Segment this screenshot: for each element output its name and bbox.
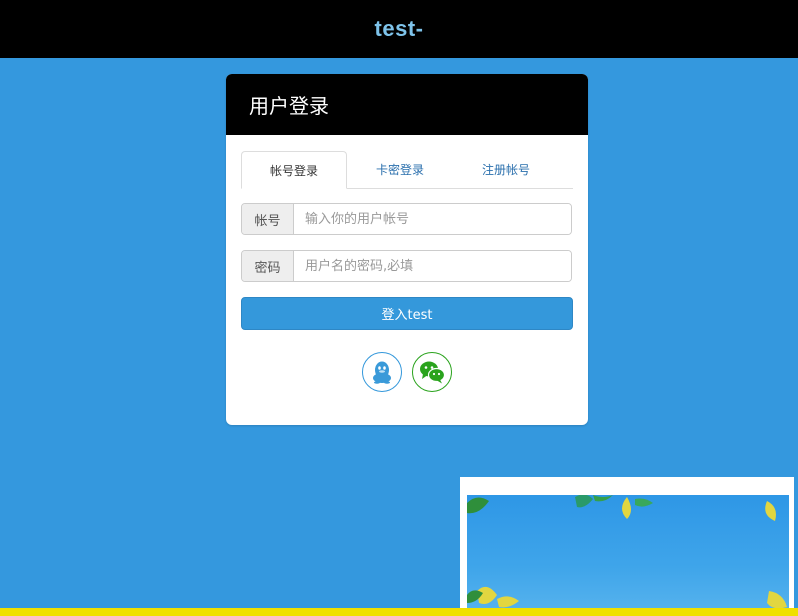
bottom-accent-bar	[0, 608, 798, 616]
tab-register[interactable]: 注册帐号	[453, 151, 559, 188]
login-panel: 用户登录 帐号登录 卡密登录 注册帐号 帐号 密码 登入test	[226, 74, 588, 425]
wechat-login-button[interactable]	[412, 352, 452, 392]
tab-card-login[interactable]: 卡密登录	[347, 151, 453, 188]
password-input[interactable]	[294, 251, 571, 281]
wechat-icon	[420, 361, 446, 384]
account-input[interactable]	[294, 204, 571, 234]
login-button[interactable]: 登入test	[241, 297, 573, 330]
leaves-decoration	[467, 495, 787, 609]
site-title[interactable]: test-	[375, 16, 424, 42]
password-input-group: 密码	[241, 250, 572, 282]
account-label: 帐号	[242, 204, 294, 234]
top-header: test-	[0, 0, 798, 58]
qq-penguin-icon	[373, 361, 391, 384]
login-tabs: 帐号登录 卡密登录 注册帐号	[241, 151, 573, 189]
qq-login-button[interactable]	[362, 352, 402, 392]
password-label: 密码	[242, 251, 294, 281]
account-input-group: 帐号	[241, 203, 572, 235]
tab-account-login[interactable]: 帐号登录	[241, 151, 347, 189]
promo-banner[interactable]	[460, 477, 794, 616]
panel-title: 用户登录	[226, 74, 588, 135]
promo-image	[467, 495, 789, 616]
